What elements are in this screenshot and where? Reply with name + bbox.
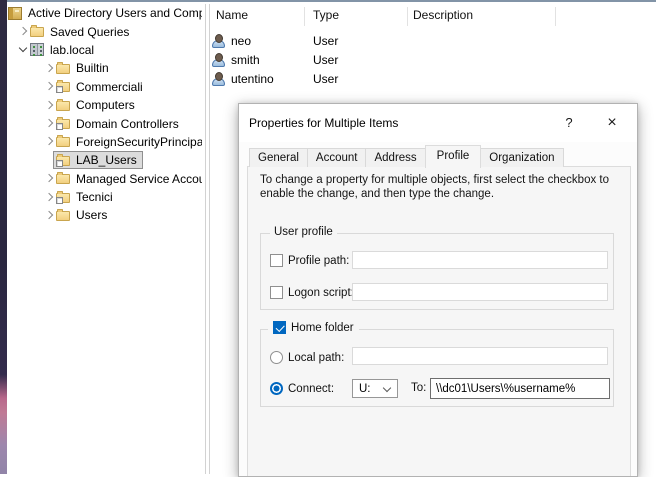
- tree-item-managed-service-accounts[interactable]: Managed Service Accounts: [8, 170, 202, 188]
- tree-item-tecnici[interactable]: Tecnici: [8, 188, 202, 206]
- dialog-title: Properties for Multiple Items: [249, 116, 398, 130]
- tab-account[interactable]: Account: [307, 148, 367, 167]
- tree-item-foreign-security-principals[interactable]: ForeignSecurityPrincipals: [8, 133, 202, 151]
- close-button[interactable]: ×: [599, 111, 625, 135]
- home-folder-label: Home folder: [291, 322, 354, 334]
- folder-icon: [56, 211, 70, 221]
- home-folder-path-input[interactable]: [430, 378, 610, 399]
- chevron-right-icon[interactable]: [43, 172, 56, 185]
- logon-script-label: Logon script:: [288, 287, 354, 299]
- list-row-neo[interactable]: neo User: [211, 31, 656, 50]
- to-label: To:: [411, 382, 426, 394]
- connect-row: Connect:: [270, 382, 334, 395]
- chevron-right-icon[interactable]: [43, 117, 56, 130]
- home-folder-legend: Home folder: [268, 321, 359, 334]
- profile-tab-page: To change a property for multiple object…: [247, 166, 631, 477]
- list-row-utentino[interactable]: utentino User: [211, 69, 656, 88]
- ou-folder-icon: [56, 119, 70, 129]
- chevron-right-icon[interactable]: [17, 25, 30, 38]
- chevron-right-icon[interactable]: [43, 209, 56, 222]
- folder-icon: [56, 64, 70, 74]
- dialog-titlebar[interactable]: Properties for Multiple Items ? ×: [239, 104, 637, 142]
- column-header-type[interactable]: Type: [313, 7, 339, 24]
- tree-item-computers[interactable]: Computers: [8, 96, 202, 114]
- aduc-window: { "window": { "top_border_color": "#8294…: [0, 0, 656, 474]
- tree-item-commerciali[interactable]: Commerciali: [8, 78, 202, 96]
- tree-item-lab-users[interactable]: LAB_Users: [8, 151, 202, 169]
- column-separator[interactable]: [407, 7, 408, 26]
- console-tree: Active Directory Users and Computers Sav…: [8, 4, 202, 472]
- column-header-name[interactable]: Name: [216, 7, 248, 24]
- tree-item-saved-queries[interactable]: Saved Queries: [8, 22, 202, 40]
- drive-letter-select[interactable]: U:: [352, 379, 398, 398]
- console-root-icon: [8, 7, 22, 20]
- column-separator[interactable]: [555, 7, 556, 26]
- ou-folder-icon: [56, 156, 70, 166]
- instruction-text: To change a property for multiple object…: [260, 173, 620, 201]
- list-row-smith[interactable]: smith User: [211, 50, 656, 69]
- chevron-right-icon[interactable]: [43, 80, 56, 93]
- ou-folder-icon: [56, 82, 70, 92]
- user-name: utentino: [231, 72, 274, 86]
- user-icon: [212, 72, 225, 86]
- tab-profile[interactable]: Profile: [425, 145, 482, 168]
- folder-icon: [30, 27, 44, 37]
- domain-icon: [30, 43, 44, 56]
- connect-radio[interactable]: [270, 382, 283, 395]
- user-icon: [212, 53, 225, 67]
- chevron-right-icon[interactable]: [43, 99, 56, 112]
- selected-tree-item-highlight: LAB_Users: [53, 151, 143, 169]
- folder-icon: [56, 137, 70, 147]
- panel-divider[interactable]: [205, 4, 206, 474]
- home-folder-group: Home folder Local path: Connect: U: To:: [260, 329, 614, 407]
- logon-script-input[interactable]: [352, 283, 608, 301]
- local-path-row: Local path:: [270, 351, 344, 364]
- profile-path-checkbox[interactable]: [270, 254, 283, 267]
- user-type: User: [313, 72, 338, 86]
- chevron-right-icon[interactable]: [43, 135, 56, 148]
- tree-item-root[interactable]: Active Directory Users and Computers: [8, 4, 202, 22]
- user-profile-group: User profile Profile path: Logon script:: [260, 233, 614, 310]
- profile-path-input[interactable]: [352, 251, 608, 269]
- local-path-radio[interactable]: [270, 351, 283, 364]
- folder-icon: [56, 174, 70, 184]
- tree-item-domain-controllers[interactable]: Domain Controllers: [8, 114, 202, 132]
- tab-organization[interactable]: Organization: [480, 148, 563, 167]
- folder-icon: [56, 101, 70, 111]
- window-top-border: [0, 0, 656, 2]
- user-name: smith: [231, 53, 260, 67]
- local-path-label: Local path:: [288, 352, 344, 364]
- tab-address[interactable]: Address: [365, 148, 425, 167]
- properties-dialog: Properties for Multiple Items ? × Genera…: [238, 103, 638, 477]
- user-icon: [212, 34, 225, 48]
- logon-script-checkbox[interactable]: [270, 286, 283, 299]
- tree-item-lab-local[interactable]: lab.local: [8, 41, 202, 59]
- home-folder-checkbox[interactable]: [273, 321, 286, 334]
- profile-path-label: Profile path:: [288, 255, 349, 267]
- drive-letter-value: U:: [359, 383, 371, 395]
- logon-script-row: Logon script:: [270, 286, 354, 299]
- chevron-down-icon[interactable]: [17, 43, 30, 56]
- tab-general[interactable]: General: [249, 148, 308, 167]
- ou-folder-icon: [56, 193, 70, 203]
- panel-divider: [209, 4, 210, 474]
- help-button[interactable]: ?: [556, 111, 582, 135]
- chevron-slot: [43, 154, 56, 167]
- connect-label: Connect:: [288, 383, 334, 395]
- user-name: neo: [231, 34, 251, 48]
- local-path-input[interactable]: [352, 347, 608, 365]
- column-header-description[interactable]: Description: [413, 7, 473, 24]
- user-type: User: [313, 53, 338, 67]
- chevron-right-icon[interactable]: [43, 62, 56, 75]
- user-type: User: [313, 34, 338, 48]
- desktop-wallpaper-strip: [0, 0, 7, 474]
- profile-path-row: Profile path:: [270, 254, 349, 267]
- tree-item-builtin[interactable]: Builtin: [8, 59, 202, 77]
- chevron-right-icon[interactable]: [43, 191, 56, 204]
- tab-strip: General Account Address Profile Organiza…: [249, 144, 563, 167]
- tree-item-users[interactable]: Users: [8, 206, 202, 224]
- column-separator[interactable]: [304, 7, 305, 26]
- group-label: User profile: [270, 226, 337, 238]
